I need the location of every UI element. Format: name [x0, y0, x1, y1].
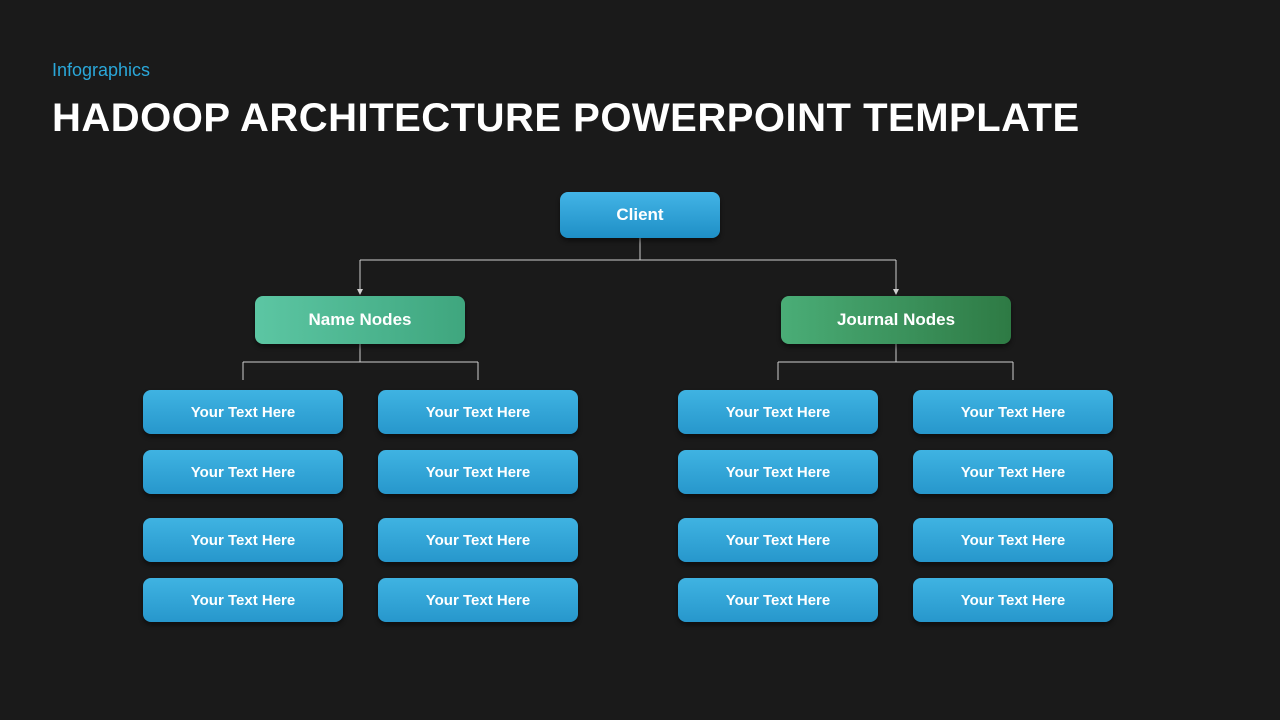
- leaf-item: Your Text Here: [143, 578, 343, 622]
- leaf-item: Your Text Here: [143, 518, 343, 562]
- page-title: HADOOP ARCHITECTURE POWERPOINT TEMPLATE: [52, 96, 1080, 141]
- leaf-item: Your Text Here: [913, 450, 1113, 494]
- leaf-item: Your Text Here: [678, 390, 878, 434]
- leaf-item: Your Text Here: [378, 450, 578, 494]
- leaf-item: Your Text Here: [378, 578, 578, 622]
- leaf-item: Your Text Here: [913, 518, 1113, 562]
- leaf-item: Your Text Here: [678, 450, 878, 494]
- leaf-item: Your Text Here: [678, 518, 878, 562]
- node-name-nodes: Name Nodes: [255, 296, 465, 344]
- subtitle: Infographics: [52, 60, 150, 81]
- node-client: Client: [560, 192, 720, 238]
- leaf-item: Your Text Here: [913, 578, 1113, 622]
- leaf-item: Your Text Here: [378, 518, 578, 562]
- leaf-item: Your Text Here: [378, 390, 578, 434]
- leaf-item: Your Text Here: [678, 578, 878, 622]
- leaf-item: Your Text Here: [143, 450, 343, 494]
- leaf-item: Your Text Here: [143, 390, 343, 434]
- node-journal-nodes: Journal Nodes: [781, 296, 1011, 344]
- leaf-item: Your Text Here: [913, 390, 1113, 434]
